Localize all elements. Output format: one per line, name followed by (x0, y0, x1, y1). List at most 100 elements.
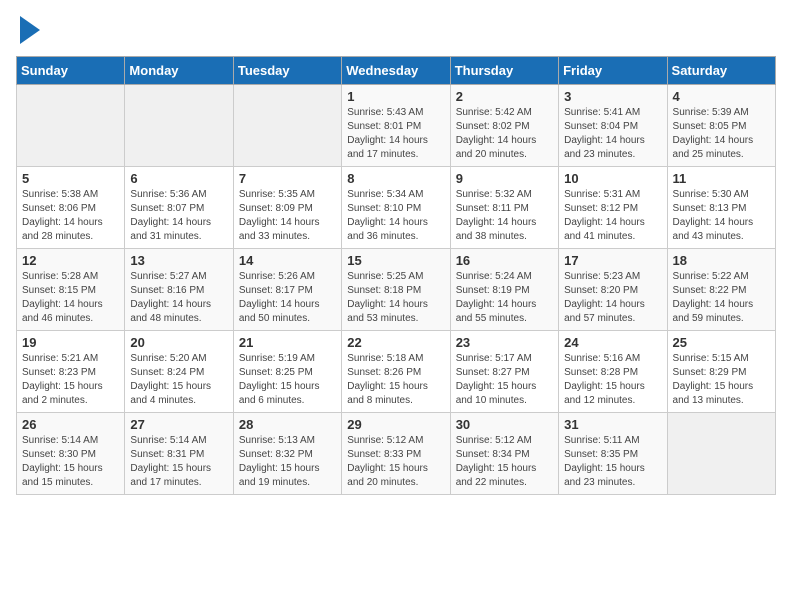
calendar-body: 1 Sunrise: 5:43 AM Sunset: 8:01 PM Daylig… (17, 85, 776, 495)
calendar-cell: 7 Sunrise: 5:35 AM Sunset: 8:09 PM Daylig… (233, 167, 341, 249)
day-info: Sunrise: 5:23 AM Sunset: 8:20 PM Dayligh… (564, 270, 661, 326)
day-header-saturday: Saturday (667, 57, 775, 85)
calendar-cell: 6 Sunrise: 5:36 AM Sunset: 8:07 PM Daylig… (125, 167, 233, 249)
calendar-cell: 28 Sunrise: 5:13 AM Sunset: 8:32 PM Dayli… (233, 413, 341, 495)
day-number: 1 (347, 89, 444, 104)
day-number: 6 (130, 171, 227, 186)
day-info: Sunrise: 5:38 AM Sunset: 8:06 PM Dayligh… (22, 188, 119, 244)
calendar-cell: 30 Sunrise: 5:12 AM Sunset: 8:34 PM Dayli… (450, 413, 558, 495)
day-info: Sunrise: 5:19 AM Sunset: 8:25 PM Dayligh… (239, 352, 336, 408)
calendar-cell: 10Sunrise: 5:31 AM Sunset: 8:12 PM Dayli… (559, 167, 667, 249)
day-info: Sunrise: 5:34 AM Sunset: 8:10 PM Dayligh… (347, 188, 444, 244)
calendar-cell: 16 Sunrise: 5:24 AM Sunset: 8:19 PM Dayli… (450, 249, 558, 331)
calendar-cell: 3 Sunrise: 5:41 AM Sunset: 8:04 PM Daylig… (559, 85, 667, 167)
day-number: 20 (130, 335, 227, 350)
day-number: 2 (456, 89, 553, 104)
calendar-cell: 1 Sunrise: 5:43 AM Sunset: 8:01 PM Daylig… (342, 85, 450, 167)
day-header-tuesday: Tuesday (233, 57, 341, 85)
day-info: Sunrise: 5:26 AM Sunset: 8:17 PM Dayligh… (239, 270, 336, 326)
calendar-cell: 4 Sunrise: 5:39 AM Sunset: 8:05 PM Daylig… (667, 85, 775, 167)
day-info: Sunrise: 5:12 AM Sunset: 8:33 PM Dayligh… (347, 434, 444, 490)
day-info: Sunrise: 5:30 AM Sunset: 8:13 PM Dayligh… (673, 188, 770, 244)
day-info: Sunrise: 5:42 AM Sunset: 8:02 PM Dayligh… (456, 106, 553, 162)
calendar-cell: 23 Sunrise: 5:17 AM Sunset: 8:27 PM Dayli… (450, 331, 558, 413)
day-header-wednesday: Wednesday (342, 57, 450, 85)
calendar-week-1: 1 Sunrise: 5:43 AM Sunset: 8:01 PM Daylig… (17, 85, 776, 167)
day-info: Sunrise: 5:12 AM Sunset: 8:34 PM Dayligh… (456, 434, 553, 490)
day-number: 24 (564, 335, 661, 350)
calendar-cell: 13Sunrise: 5:27 AM Sunset: 8:16 PM Dayli… (125, 249, 233, 331)
calendar-cell: 5 Sunrise: 5:38 AM Sunset: 8:06 PM Daylig… (17, 167, 125, 249)
day-number: 14 (239, 253, 336, 268)
day-info: Sunrise: 5:43 AM Sunset: 8:01 PM Dayligh… (347, 106, 444, 162)
day-number: 29 (347, 417, 444, 432)
calendar-week-3: 12Sunrise: 5:28 AM Sunset: 8:15 PM Dayli… (17, 249, 776, 331)
calendar-week-2: 5 Sunrise: 5:38 AM Sunset: 8:06 PM Daylig… (17, 167, 776, 249)
calendar-table: SundayMondayTuesdayWednesdayThursdayFrid… (16, 56, 776, 495)
day-info: Sunrise: 5:39 AM Sunset: 8:05 PM Dayligh… (673, 106, 770, 162)
day-info: Sunrise: 5:35 AM Sunset: 8:09 PM Dayligh… (239, 188, 336, 244)
day-number: 27 (130, 417, 227, 432)
day-info: Sunrise: 5:15 AM Sunset: 8:29 PM Dayligh… (673, 352, 770, 408)
calendar-cell: 15 Sunrise: 5:25 AM Sunset: 8:18 PM Dayli… (342, 249, 450, 331)
day-number: 13 (130, 253, 227, 268)
day-number: 3 (564, 89, 661, 104)
day-number: 15 (347, 253, 444, 268)
day-number: 8 (347, 171, 444, 186)
calendar-cell (233, 85, 341, 167)
calendar-cell: 2 Sunrise: 5:42 AM Sunset: 8:02 PM Daylig… (450, 85, 558, 167)
day-info: Sunrise: 5:24 AM Sunset: 8:19 PM Dayligh… (456, 270, 553, 326)
day-info: Sunrise: 5:36 AM Sunset: 8:07 PM Dayligh… (130, 188, 227, 244)
calendar-cell: 17 Sunrise: 5:23 AM Sunset: 8:20 PM Dayli… (559, 249, 667, 331)
day-header-thursday: Thursday (450, 57, 558, 85)
calendar-cell (667, 413, 775, 495)
day-info: Sunrise: 5:32 AM Sunset: 8:11 PM Dayligh… (456, 188, 553, 244)
day-number: 30 (456, 417, 553, 432)
day-number: 28 (239, 417, 336, 432)
day-number: 17 (564, 253, 661, 268)
day-info: Sunrise: 5:17 AM Sunset: 8:27 PM Dayligh… (456, 352, 553, 408)
calendar-cell: 11 Sunrise: 5:30 AM Sunset: 8:13 PM Dayli… (667, 167, 775, 249)
calendar-cell: 24 Sunrise: 5:16 AM Sunset: 8:28 PM Dayli… (559, 331, 667, 413)
day-number: 5 (22, 171, 119, 186)
day-header-sunday: Sunday (17, 57, 125, 85)
calendar-cell: 19Sunrise: 5:21 AM Sunset: 8:23 PM Dayli… (17, 331, 125, 413)
calendar-cell: 8 Sunrise: 5:34 AM Sunset: 8:10 PM Daylig… (342, 167, 450, 249)
calendar-cell: 31Sunrise: 5:11 AM Sunset: 8:35 PM Dayli… (559, 413, 667, 495)
day-number: 21 (239, 335, 336, 350)
day-number: 7 (239, 171, 336, 186)
day-info: Sunrise: 5:13 AM Sunset: 8:32 PM Dayligh… (239, 434, 336, 490)
calendar-cell (125, 85, 233, 167)
day-number: 25 (673, 335, 770, 350)
calendar-cell: 21 Sunrise: 5:19 AM Sunset: 8:25 PM Dayli… (233, 331, 341, 413)
logo (16, 16, 40, 44)
calendar-cell (17, 85, 125, 167)
day-info: Sunrise: 5:18 AM Sunset: 8:26 PM Dayligh… (347, 352, 444, 408)
day-info: Sunrise: 5:16 AM Sunset: 8:28 PM Dayligh… (564, 352, 661, 408)
logo-arrow-icon (20, 16, 40, 44)
calendar-cell: 9 Sunrise: 5:32 AM Sunset: 8:11 PM Daylig… (450, 167, 558, 249)
calendar-cell: 14 Sunrise: 5:26 AM Sunset: 8:17 PM Dayli… (233, 249, 341, 331)
calendar-cell: 20Sunrise: 5:20 AM Sunset: 8:24 PM Dayli… (125, 331, 233, 413)
calendar-week-4: 19Sunrise: 5:21 AM Sunset: 8:23 PM Dayli… (17, 331, 776, 413)
calendar-cell: 25 Sunrise: 5:15 AM Sunset: 8:29 PM Dayli… (667, 331, 775, 413)
day-number: 26 (22, 417, 119, 432)
day-info: Sunrise: 5:41 AM Sunset: 8:04 PM Dayligh… (564, 106, 661, 162)
calendar-cell: 12Sunrise: 5:28 AM Sunset: 8:15 PM Dayli… (17, 249, 125, 331)
day-number: 31 (564, 417, 661, 432)
day-info: Sunrise: 5:22 AM Sunset: 8:22 PM Dayligh… (673, 270, 770, 326)
day-number: 16 (456, 253, 553, 268)
calendar-cell: 27 Sunrise: 5:14 AM Sunset: 8:31 PM Dayli… (125, 413, 233, 495)
calendar-cell: 22 Sunrise: 5:18 AM Sunset: 8:26 PM Dayli… (342, 331, 450, 413)
day-number: 18 (673, 253, 770, 268)
day-info: Sunrise: 5:25 AM Sunset: 8:18 PM Dayligh… (347, 270, 444, 326)
day-number: 9 (456, 171, 553, 186)
day-number: 11 (673, 171, 770, 186)
day-info: Sunrise: 5:28 AM Sunset: 8:15 PM Dayligh… (22, 270, 119, 326)
day-info: Sunrise: 5:14 AM Sunset: 8:31 PM Dayligh… (130, 434, 227, 490)
day-number: 22 (347, 335, 444, 350)
day-number: 4 (673, 89, 770, 104)
day-number: 23 (456, 335, 553, 350)
day-header-monday: Monday (125, 57, 233, 85)
day-info: Sunrise: 5:21 AM Sunset: 8:23 PM Dayligh… (22, 352, 119, 408)
